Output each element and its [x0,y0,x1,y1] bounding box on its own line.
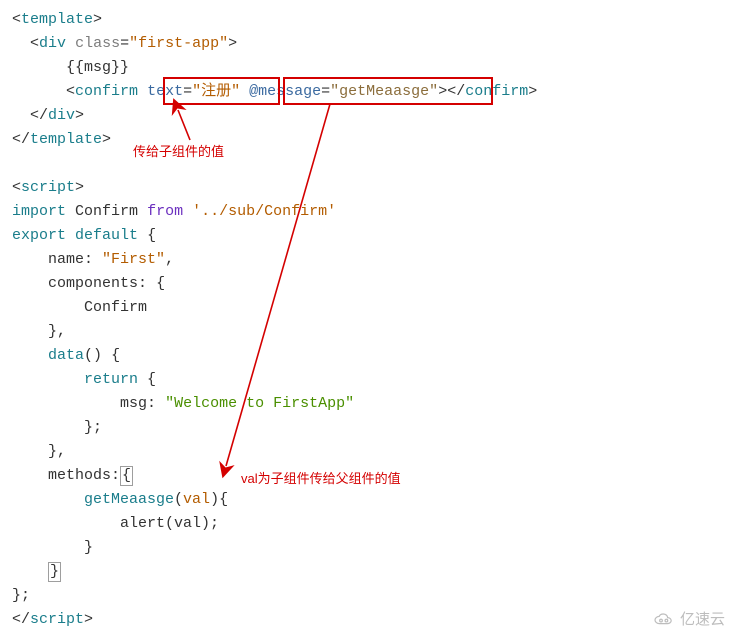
cloud-icon [652,612,676,628]
watermark-text: 亿速云 [680,608,725,632]
code-block: <template> <div class="first-app"> {{msg… [12,8,725,632]
watermark: 亿速云 [652,608,725,632]
